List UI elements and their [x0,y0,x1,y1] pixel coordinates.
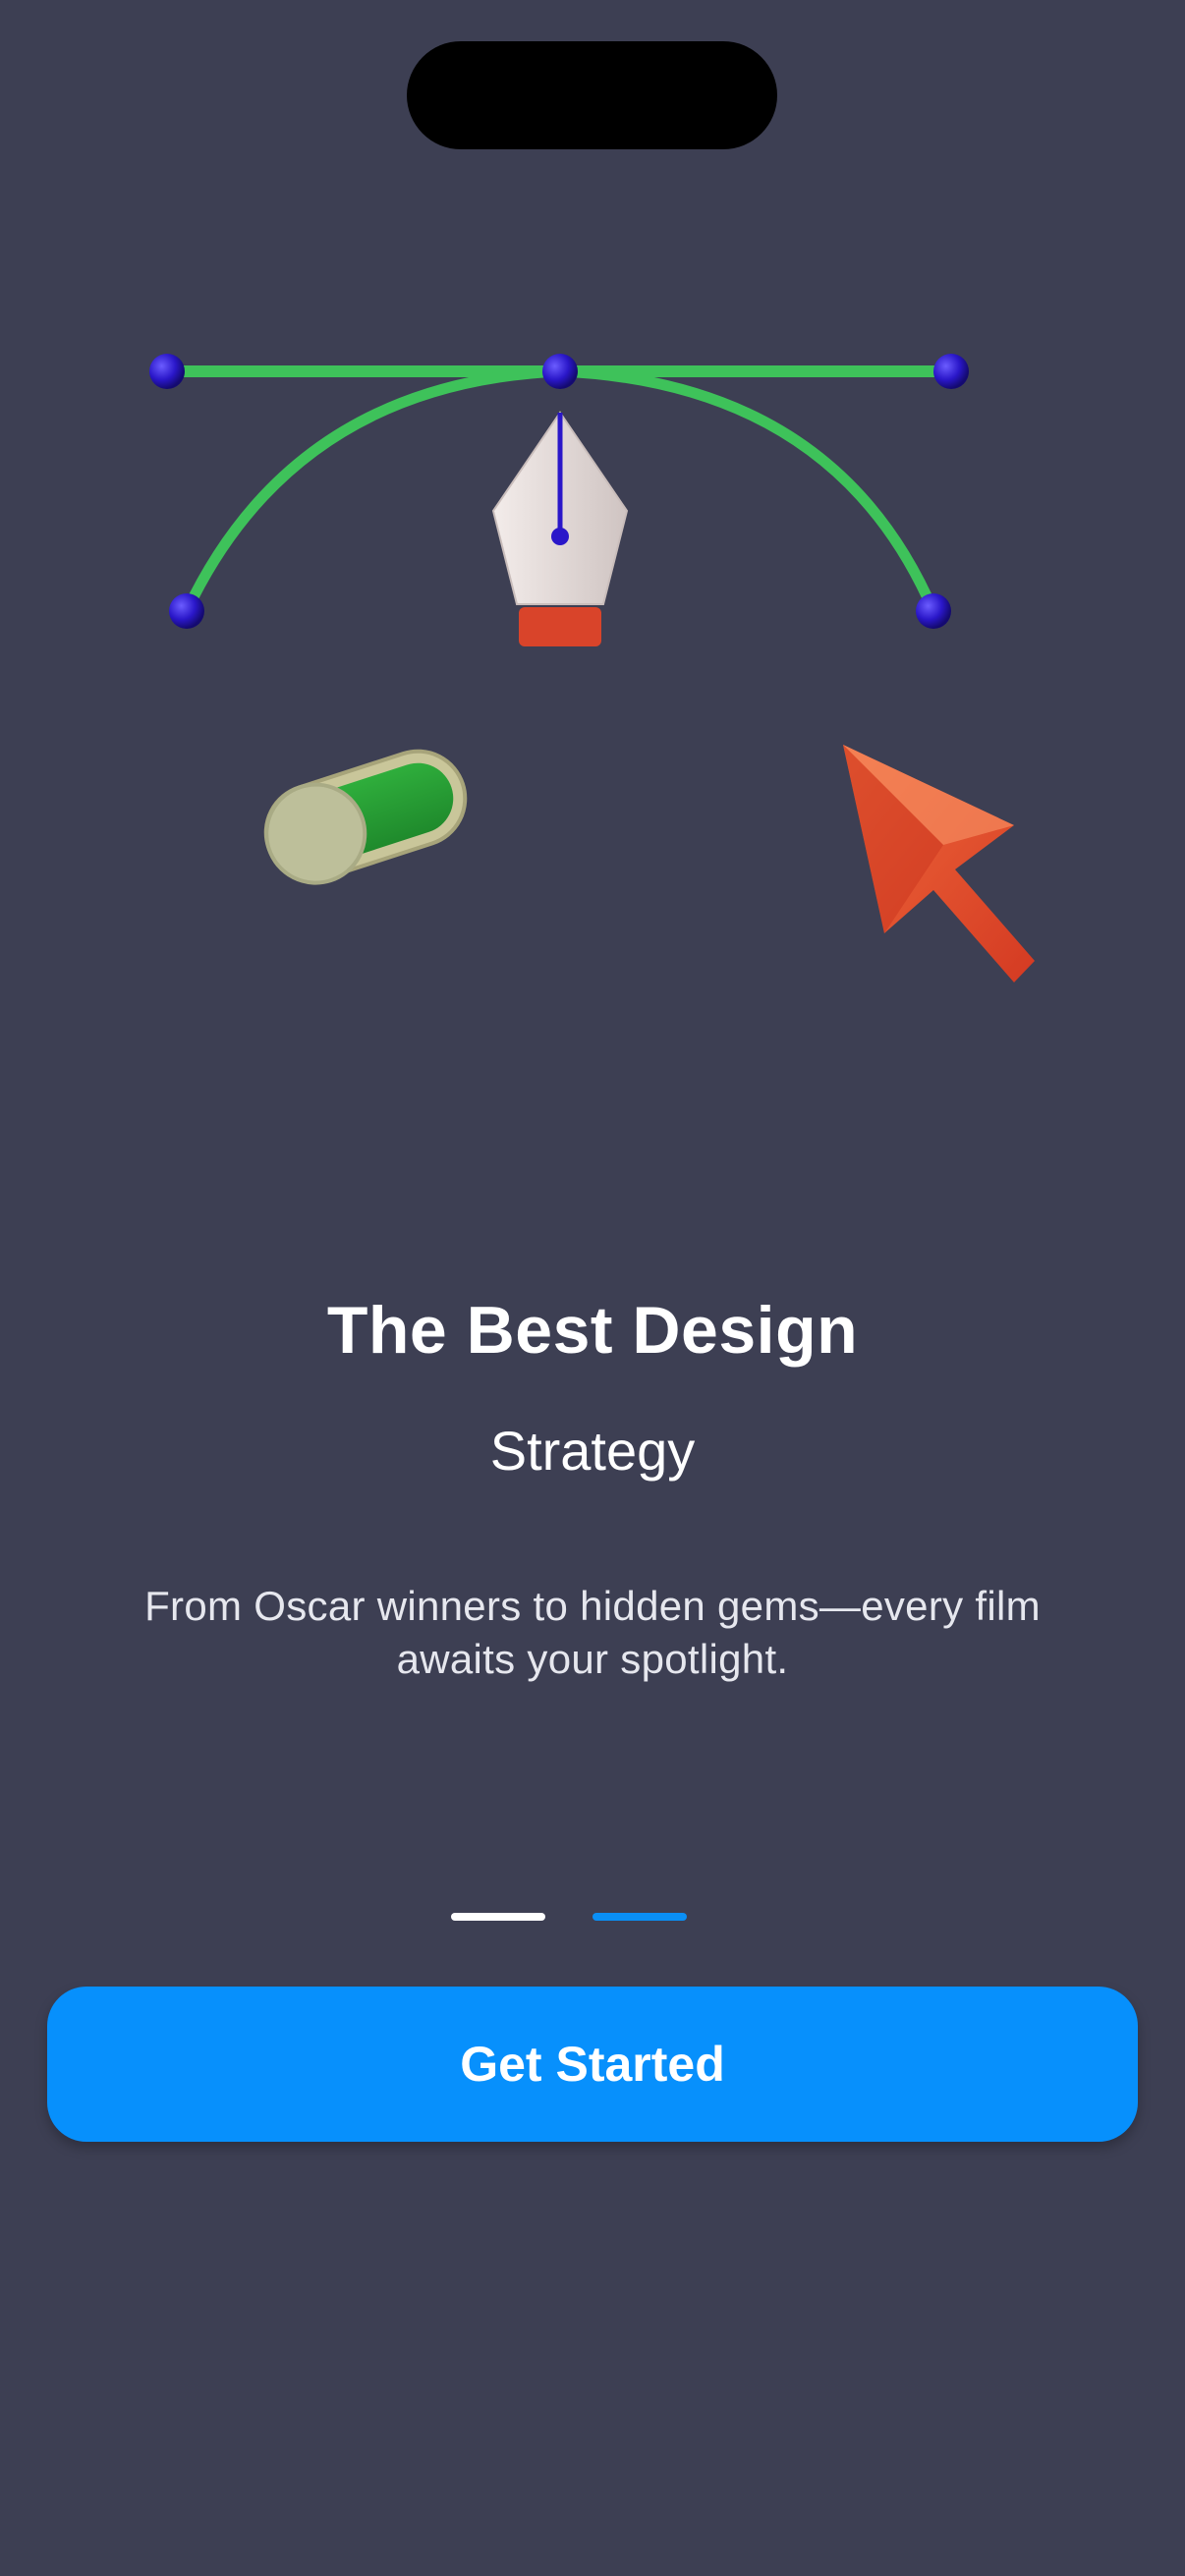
get-started-button[interactable]: Get Started [47,1987,1138,2142]
toggle-switch-icon [263,749,468,885]
page-indicator-dot-2[interactable] [592,1913,687,1921]
hero-illustration [149,354,1035,982]
bezier-pen-icon [149,354,969,646]
dynamic-island [407,41,777,149]
onboarding-description: From Oscar winners to hidden gems—every … [144,1583,1041,1682]
cursor-arrow-icon [843,745,1035,982]
onboarding-title: The Best Design [326,1293,859,1368]
page-indicator [0,1913,1185,1923]
page-indicator-dot-1[interactable] [451,1913,545,1921]
onboarding-subtitle: Strategy [489,1420,696,1482]
